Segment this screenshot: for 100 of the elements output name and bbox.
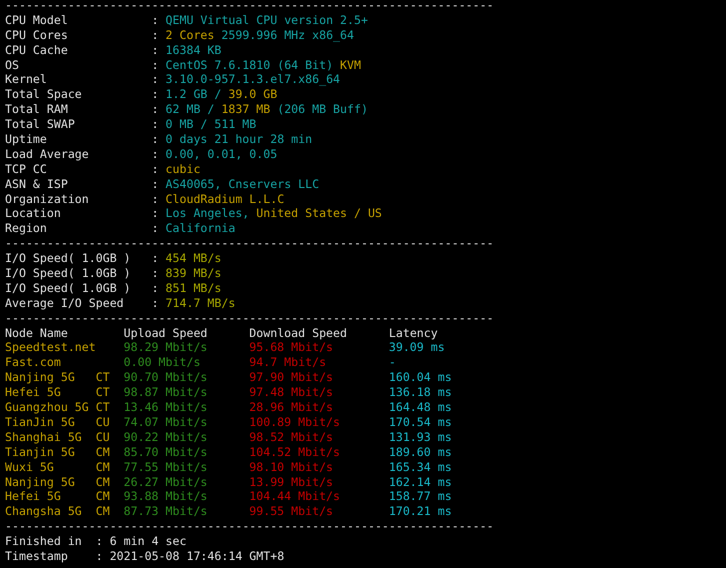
node-name: Wuxi 5G <box>5 460 54 474</box>
info-label: TCP CC <box>5 162 47 176</box>
separator-colon: : <box>152 176 159 191</box>
info-label: CPU Cache <box>5 42 68 57</box>
isp-code: CM <box>96 504 110 518</box>
info-value: 2599.996 MHz x86_64 <box>221 28 354 43</box>
node-name: Nanjing 5G <box>5 370 75 384</box>
info-label: I/O Speed( 1.0GB ) <box>5 251 131 266</box>
download-speed: 95.68 Mbit/s <box>249 340 334 354</box>
info-value: 2021-05-08 17:46:14 GMT+8 <box>110 548 284 564</box>
isp-code: CU <box>96 414 110 429</box>
info-value: CloudRadium L.L.C <box>166 192 284 206</box>
info-value: Los Angeles, <box>166 206 250 222</box>
info-value: 0 days 21 hour 28 min <box>166 132 312 147</box>
info-value: QEMU Virtual CPU version 2.5+ <box>166 12 368 28</box>
download-speed: 97.90 Mbit/s <box>249 370 334 384</box>
download-speed: 104.52 Mbit/s <box>249 444 340 459</box>
node-name: Nanjing 5G <box>5 474 75 488</box>
upload-speed: 98.29 Mbit/s <box>124 340 208 354</box>
node-name: Changsha 5G <box>5 504 82 518</box>
separator-colon: : <box>152 117 159 132</box>
info-label: Organization <box>5 192 89 206</box>
node-name: TianJin 5G <box>5 414 75 429</box>
info-label: Uptime <box>5 132 47 146</box>
dashed-rule: ---------------------------------------------------------------------- <box>5 310 494 326</box>
latency-value: 170.54 ms <box>388 414 452 429</box>
info-value: 6 min 4 sec <box>110 534 186 549</box>
node-name: Shanghai 5G <box>5 430 82 444</box>
info-value: (206 MB Buff) <box>277 102 368 118</box>
latency-value: 136.18 ms <box>388 385 452 400</box>
isp-code: CT <box>96 370 110 384</box>
separator-colon: : <box>152 280 159 295</box>
download-speed: 94.7 Mbit/s <box>249 355 326 370</box>
separator-colon: : <box>96 534 103 548</box>
latency-value: 158.77 ms <box>388 489 452 504</box>
info-label: I/O Speed( 1.0GB ) <box>5 266 131 280</box>
column-header: Node Name <box>5 326 68 340</box>
separator-colon: : <box>152 296 159 310</box>
node-name: Hefei 5G <box>5 489 61 504</box>
upload-speed: 0.00 Mbit/s <box>124 355 200 370</box>
info-value: 851 MB/s <box>166 280 222 296</box>
info-label: CPU Model <box>5 12 68 27</box>
upload-speed: 87.73 Mbit/s <box>124 504 208 518</box>
dashed-rule: ---------------------------------------------------------------------- <box>5 236 494 252</box>
separator-colon: : <box>152 266 159 280</box>
separator-colon: : <box>152 162 159 176</box>
isp-code: CM <box>96 444 110 459</box>
latency-value: 160.04 ms <box>388 370 452 384</box>
isp-code: CT <box>96 385 110 400</box>
separator-colon: : <box>152 206 159 220</box>
node-name: Speedtest.net <box>5 340 96 354</box>
upload-speed: 90.22 Mbit/s <box>124 430 208 444</box>
info-value: 2 Cores <box>166 28 214 43</box>
info-value: CentOS 7.6.1810 (64 Bit) <box>166 58 334 72</box>
separator-colon: : <box>152 87 159 102</box>
download-speed: 28.96 Mbit/s <box>249 400 334 414</box>
info-value: 839 MB/s <box>166 266 222 281</box>
info-value: United States / US <box>256 206 382 222</box>
download-speed: 98.52 Mbit/s <box>249 430 334 444</box>
info-label: Location <box>5 206 61 220</box>
column-header: Latency <box>388 326 438 340</box>
info-label: Total Space <box>5 87 82 102</box>
node-name: Fast.com <box>5 355 61 370</box>
download-speed: 97.48 Mbit/s <box>249 385 334 400</box>
info-value: 16384 KB <box>166 42 222 58</box>
info-value: cubic <box>166 162 200 177</box>
upload-speed: 13.46 Mbit/s <box>124 400 208 414</box>
column-header: Download Speed <box>249 326 348 340</box>
node-name: Tianjin 5G <box>5 444 75 459</box>
upload-speed: 98.87 Mbit/s <box>124 385 208 400</box>
latency-value: 162.14 ms <box>388 474 452 488</box>
info-label: OS <box>5 58 19 72</box>
separator-colon: : <box>152 102 159 116</box>
upload-speed: 85.70 Mbit/s <box>124 444 208 459</box>
separator-colon: : <box>152 42 159 57</box>
info-label: Total SWAP <box>5 117 75 132</box>
separator-colon: : <box>152 12 159 27</box>
upload-speed: 77.55 Mbit/s <box>124 460 208 474</box>
isp-code: CM <box>96 474 110 488</box>
isp-code: CT <box>96 400 110 414</box>
info-label: Region <box>5 221 47 236</box>
separator-colon: : <box>152 251 159 266</box>
isp-code: CM <box>96 489 110 504</box>
separator-colon: : <box>152 72 159 86</box>
info-value: California <box>166 221 236 236</box>
separator-colon: : <box>96 548 103 563</box>
info-value: AS40065, Cnservers LLC <box>166 176 320 192</box>
latency-value: 39.09 ms <box>388 340 445 354</box>
info-value: 62 MB / <box>166 102 214 118</box>
isp-code: CU <box>96 430 110 444</box>
info-value: 1837 MB <box>221 102 270 118</box>
info-label: Average I/O Speed <box>5 296 124 310</box>
info-value: 0.00, 0.01, 0.05 <box>166 146 278 162</box>
separator-colon: : <box>152 58 159 72</box>
info-value: 39.0 GB <box>228 87 278 102</box>
latency-value: 164.48 ms <box>388 400 452 414</box>
info-value: 0 MB / 511 MB <box>166 117 256 132</box>
upload-speed: 74.07 Mbit/s <box>124 414 208 429</box>
info-label: I/O Speed( 1.0GB ) <box>5 280 131 295</box>
latency-value: 131.93 ms <box>388 430 452 444</box>
